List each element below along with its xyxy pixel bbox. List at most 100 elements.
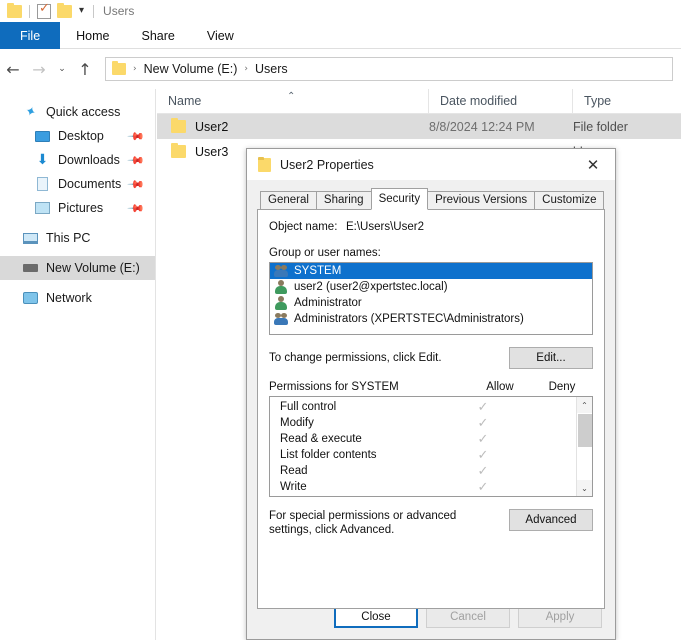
scrollbar-thumb[interactable] <box>577 414 592 447</box>
tab-share[interactable]: Share <box>126 22 191 49</box>
list-item[interactable]: user2 (user2@xpertstec.local) <box>270 279 592 295</box>
sidebar-item-documents[interactable]: Documents 📌 <box>0 172 155 196</box>
sidebar-item-label: New Volume (E:) <box>46 261 140 275</box>
tab-view[interactable]: View <box>191 22 250 49</box>
permission-name: Read <box>280 465 308 477</box>
sidebar-item-quick-access[interactable]: ✦ Quick access <box>0 100 155 124</box>
group-icon <box>274 264 289 278</box>
allow-checkmark-icon[interactable]: ✓ <box>452 400 514 415</box>
properties-dialog: User2 Properties ✕ General Sharing Secur… <box>246 148 616 640</box>
sidebar-item-label: Downloads <box>58 153 120 167</box>
object-name-value: E:\Users\User2 <box>346 221 424 233</box>
scroll-up-icon[interactable]: ⌃ <box>576 397 592 413</box>
file-date-cell: 8/8/2024 12:24 PM <box>429 119 535 134</box>
deny-column-label: Deny <box>548 381 576 393</box>
close-icon[interactable]: ✕ <box>571 149 615 180</box>
recent-locations-chevron-icon[interactable]: ⌄ <box>52 56 72 82</box>
group-user-listbox[interactable]: SYSTEM user2 (user2@xpertstec.local) Adm… <box>269 262 593 335</box>
apply-button[interactable]: Apply <box>518 606 602 628</box>
tab-sharing[interactable]: Sharing <box>315 191 372 210</box>
sidebar-item-new-volume[interactable]: New Volume (E:) <box>0 256 155 280</box>
edit-button[interactable]: Edit... <box>509 347 593 369</box>
sidebar-item-this-pc[interactable]: This PC <box>0 226 155 250</box>
dialog-tabstrip: General Sharing Security Previous Versio… <box>257 188 605 210</box>
address-bar[interactable]: › New Volume (E:) › Users <box>105 57 673 81</box>
allow-checkmark-icon[interactable]: ✓ <box>452 416 514 431</box>
dialog-body: General Sharing Security Previous Versio… <box>247 180 615 609</box>
list-item-label: user2 (user2@xpertstec.local) <box>294 281 448 293</box>
permission-row[interactable]: Read ✓ <box>270 463 576 479</box>
tab-previous-versions[interactable]: Previous Versions <box>427 191 536 210</box>
desktop-icon <box>34 128 51 144</box>
folder-icon <box>171 143 186 158</box>
properties-icon[interactable] <box>37 1 51 19</box>
permission-row[interactable]: Write ✓ <box>270 479 576 495</box>
permission-row[interactable]: Read & execute ✓ <box>270 431 576 447</box>
table-row[interactable]: User2 8/8/2024 12:24 PM File folder <box>157 114 681 139</box>
permissions-list: Full control ✓ Modify ✓ Read & execute ✓ <box>270 397 576 496</box>
drive-icon <box>22 260 39 276</box>
close-button[interactable]: Close <box>334 606 418 628</box>
new-folder-icon[interactable] <box>57 2 72 18</box>
title-bar: ▾ Users <box>0 0 681 22</box>
pin-icon[interactable]: 📌 <box>127 151 146 170</box>
list-item[interactable]: SYSTEM <box>270 263 592 279</box>
pin-icon[interactable]: 📌 <box>127 175 146 194</box>
permission-name: Modify <box>280 417 314 429</box>
tab-customize[interactable]: Customize <box>534 191 605 210</box>
pin-icon[interactable]: 📌 <box>127 127 146 146</box>
permission-row[interactable]: Full control ✓ <box>270 399 576 415</box>
tab-general[interactable]: General <box>260 191 317 210</box>
file-name-label: User2 <box>195 119 229 134</box>
file-type-cell: File folder <box>573 119 628 134</box>
cancel-button[interactable]: Cancel <box>426 606 510 628</box>
column-header-date-modified[interactable]: Date modified <box>429 88 573 114</box>
edit-permissions-row: To change permissions, click Edit. Edit.… <box>269 347 593 369</box>
list-item[interactable]: Administrators (XPERTSTEC\Administrators… <box>270 311 592 327</box>
sidebar-item-desktop[interactable]: Desktop 📌 <box>0 124 155 148</box>
file-name-cell: User2 <box>157 118 429 134</box>
up-arrow-icon[interactable]: ↑ <box>72 56 98 82</box>
security-tab-pane: Object name: E:\Users\User2 Group or use… <box>257 209 605 609</box>
permission-name: Write <box>280 481 307 493</box>
allow-checkmark-icon[interactable]: ✓ <box>452 448 514 463</box>
forward-arrow-icon[interactable]: → <box>26 56 52 82</box>
object-name-row: Object name: E:\Users\User2 <box>269 221 593 233</box>
permission-name: List folder contents <box>280 449 377 461</box>
permission-row[interactable]: List folder contents ✓ <box>270 447 576 463</box>
allow-checkmark-icon[interactable]: ✓ <box>452 432 514 447</box>
pin-icon[interactable]: 📌 <box>127 199 146 218</box>
tab-file[interactable]: File <box>0 22 61 49</box>
breadcrumb-separator-1: › <box>133 64 137 74</box>
network-icon <box>22 290 39 306</box>
tab-security[interactable]: Security <box>370 188 429 210</box>
permission-name: Full control <box>280 401 337 413</box>
breadcrumb-new-volume[interactable]: New Volume (E:) <box>141 62 241 76</box>
sidebar-item-network[interactable]: Network <box>0 286 155 310</box>
scroll-down-icon[interactable]: ⌄ <box>576 480 592 496</box>
permissions-scrollbar[interactable]: ⌃ ⌄ <box>576 397 592 496</box>
allow-checkmark-icon[interactable]: ✓ <box>452 464 514 479</box>
column-header-type[interactable]: Type <box>573 89 681 114</box>
back-arrow-icon[interactable]: ← <box>0 56 26 82</box>
permission-row[interactable]: Modify ✓ <box>270 415 576 431</box>
tab-home[interactable]: Home <box>60 22 125 49</box>
window-title: Users <box>103 4 135 18</box>
user-icon <box>274 280 289 294</box>
sidebar-item-pictures[interactable]: Pictures 📌 <box>0 196 155 220</box>
folder-icon <box>258 156 271 172</box>
breadcrumb-users[interactable]: Users <box>252 62 291 76</box>
downloads-icon: ⬇ <box>36 152 49 168</box>
list-item[interactable]: Administrator <box>270 295 592 311</box>
sidebar-item-downloads[interactable]: ⬇ Downloads 📌 <box>0 148 155 172</box>
customize-dropdown-icon[interactable]: ▾ <box>79 6 84 16</box>
dialog-title: User2 Properties <box>280 157 374 172</box>
allow-checkmark-icon[interactable]: ✓ <box>452 480 514 495</box>
permissions-listbox[interactable]: Full control ✓ Modify ✓ Read & execute ✓ <box>269 396 593 497</box>
this-pc-icon <box>22 230 39 246</box>
dialog-title-bar: User2 Properties ✕ <box>247 149 615 180</box>
file-name-label: User3 <box>195 144 229 159</box>
folder-icon[interactable] <box>7 2 22 18</box>
advanced-button[interactable]: Advanced <box>509 509 593 531</box>
advanced-row: For special permissions or advanced sett… <box>269 509 593 537</box>
